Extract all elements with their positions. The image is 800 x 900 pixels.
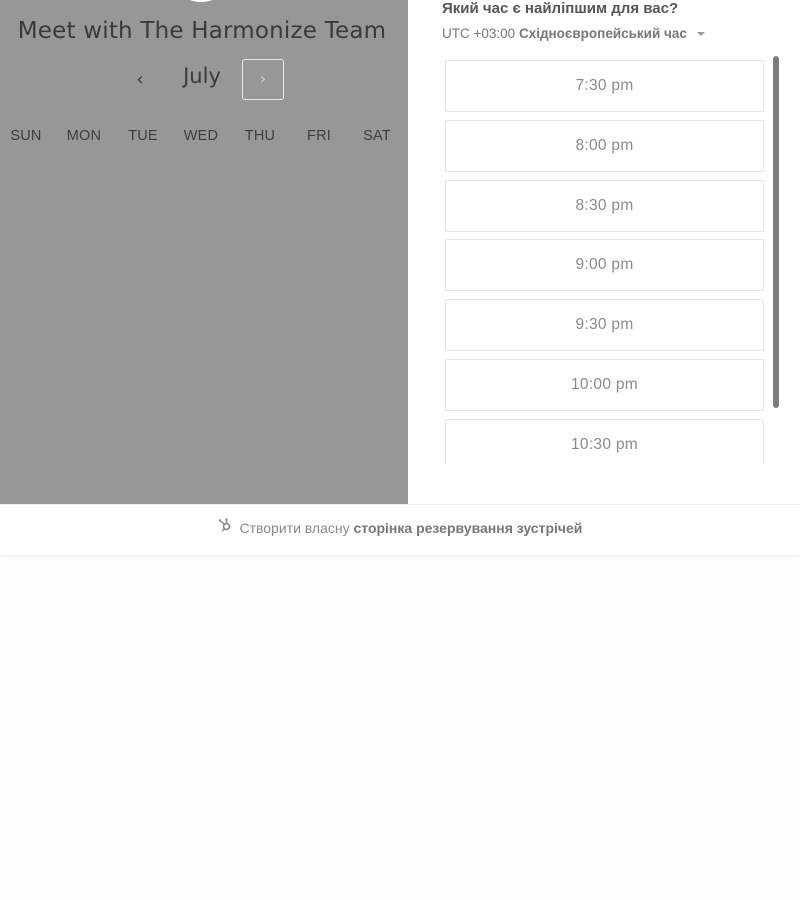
weekday-sat: SAT xyxy=(363,128,391,144)
time-question: Який час є найліпшим для вас? xyxy=(442,0,679,17)
weekday-sun: SUN xyxy=(10,128,42,144)
timezone-name: Східноєвропейський час xyxy=(518,26,687,41)
caret-down-icon xyxy=(696,32,705,37)
weekday-fri: FRI xyxy=(307,128,331,144)
meeting-scheduler: Meet with The Harmonize Team ‹ July › SU… xyxy=(0,0,800,504)
hubspot-sprocket-icon xyxy=(218,504,232,550)
footer-prefix: Створити власну xyxy=(239,520,350,536)
time-slot[interactable]: 8:00 pm xyxy=(445,120,764,172)
prev-month-button[interactable]: ‹ xyxy=(124,62,156,98)
time-slot[interactable]: 10:00 pm xyxy=(445,359,764,411)
time-slot[interactable]: 10:30 pm xyxy=(445,419,764,464)
time-slot[interactable]: 9:00 pm xyxy=(445,239,764,291)
next-month-button[interactable]: › xyxy=(242,59,284,100)
time-slot-list[interactable]: 7:30 pm 8:00 pm 8:30 pm 9:00 pm 9:30 pm … xyxy=(445,60,769,464)
timezone-selector[interactable]: UTC +03:00 Східноєвропейський час xyxy=(442,26,705,41)
weekday-mon: MON xyxy=(66,128,102,144)
time-slot[interactable]: 7:30 pm xyxy=(445,60,764,112)
month-label: July xyxy=(183,64,221,88)
scrollbar-thumb[interactable] xyxy=(773,56,779,408)
avatar xyxy=(170,0,232,2)
time-slot[interactable]: 9:30 pm xyxy=(445,299,764,351)
weekday-wed: WED xyxy=(183,128,219,144)
footer-bar: Створити власну сторінка резервування зу… xyxy=(0,504,800,555)
weekday-header: SUN MON TUE WED THU FRI SAT xyxy=(0,128,408,148)
timezone-offset: UTC +03:00 xyxy=(442,26,516,41)
weekday-thu: THU xyxy=(244,128,276,144)
calendar-panel: Meet with The Harmonize Team ‹ July › SU… xyxy=(0,0,408,504)
meeting-title: Meet with The Harmonize Team xyxy=(17,18,387,44)
time-selection-panel: Який час є найліпшим для вас? UTC +03:00… xyxy=(408,0,800,504)
time-slot[interactable]: 8:30 pm xyxy=(445,180,764,232)
create-booking-page-link[interactable]: сторінка резервування зустрічей xyxy=(353,520,582,536)
weekday-tue: TUE xyxy=(128,128,158,144)
month-navigation: ‹ July › xyxy=(0,58,404,102)
